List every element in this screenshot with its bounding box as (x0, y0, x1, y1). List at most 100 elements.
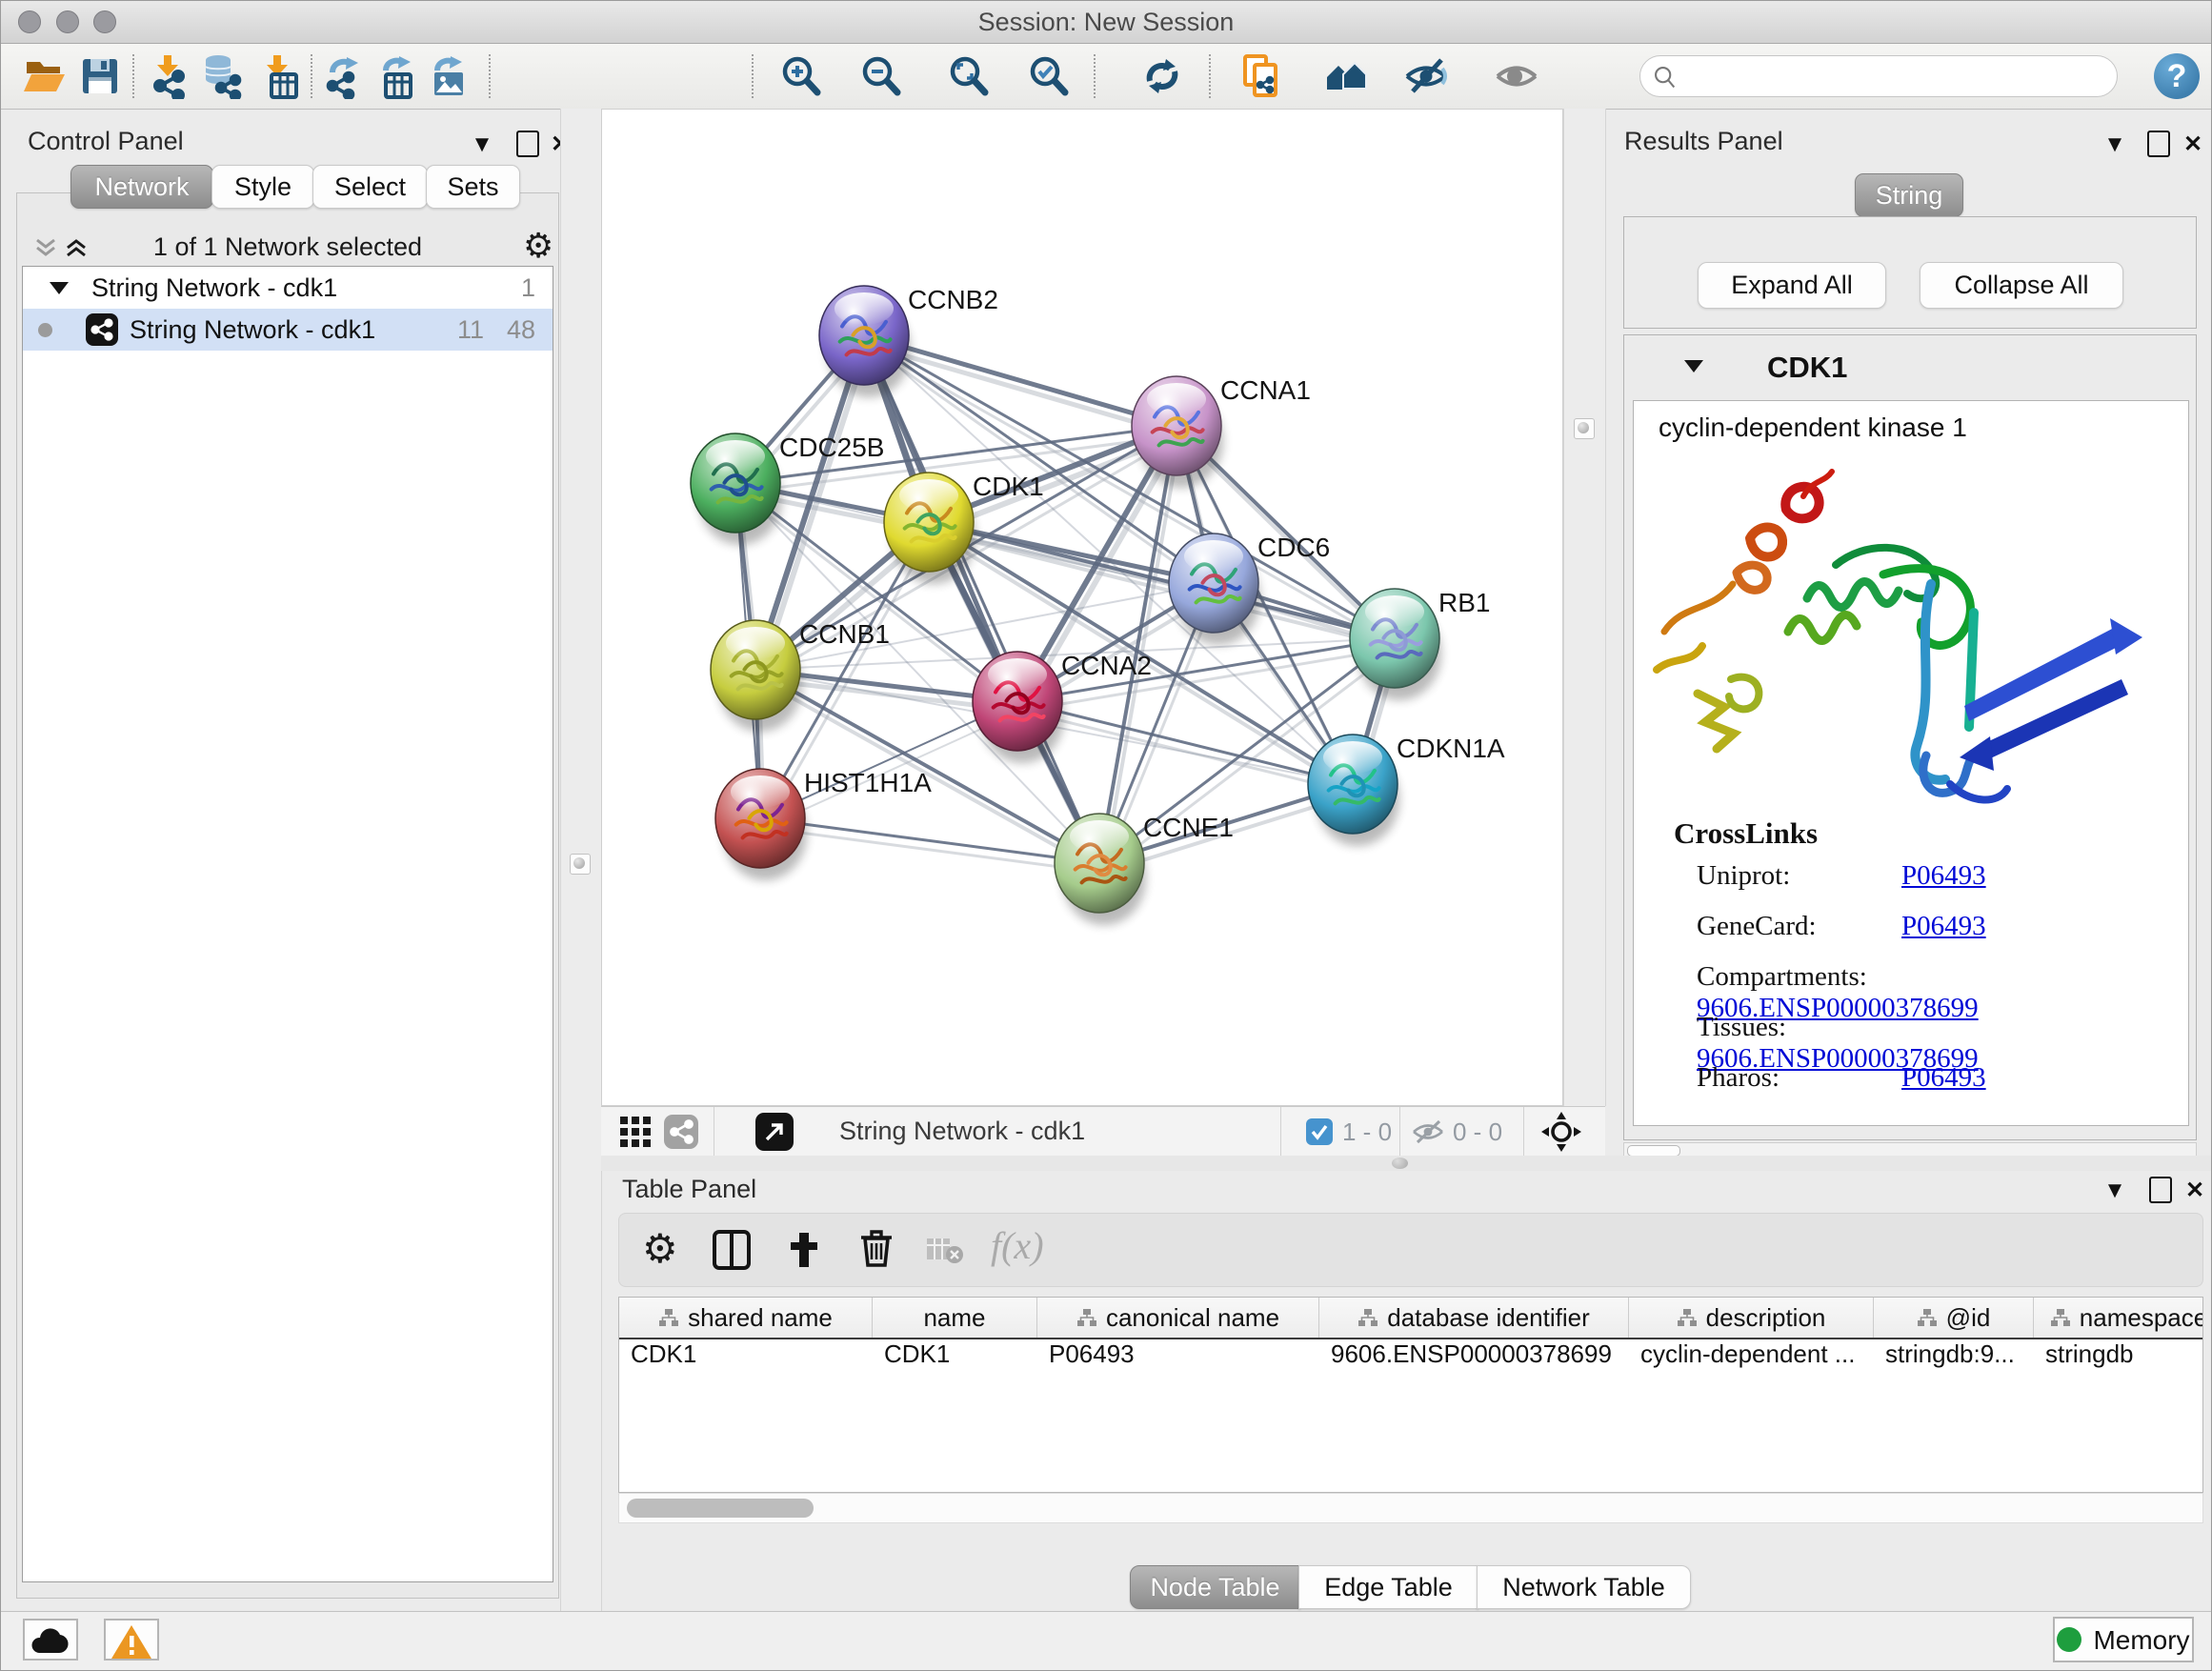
tab-select[interactable]: Select (312, 165, 428, 209)
window-title: Session: New Session (1, 1, 2211, 43)
crosslink-link[interactable]: P06493 (1901, 1062, 1986, 1093)
hidden-eye-icon[interactable] (1411, 1118, 1445, 1145)
hide-selected-button[interactable] (1403, 53, 1449, 99)
table-panel-float-icon[interactable] (2146, 1177, 2175, 1205)
save-session-button[interactable] (77, 53, 123, 99)
table-cell[interactable]: P06493 (1037, 1339, 1319, 1379)
selected-checkbox-icon[interactable] (1306, 1118, 1333, 1145)
table-panel-menu-icon[interactable]: ▼ (2101, 1177, 2129, 1205)
crosslink-link[interactable]: P06493 (1901, 911, 1986, 941)
export-image-button[interactable] (426, 53, 472, 99)
crosslink-link[interactable]: P06493 (1901, 860, 1986, 891)
table-splitter-handle[interactable] (1392, 1158, 1408, 1169)
table-hscrollbar[interactable] (618, 1493, 2203, 1523)
tab-sets[interactable]: Sets (426, 165, 520, 209)
right-splitter-handle[interactable] (1574, 418, 1595, 439)
export-network-button[interactable] (321, 53, 367, 99)
clone-network-button[interactable] (1239, 53, 1285, 99)
column-header-description[interactable]: description (1629, 1298, 1874, 1338)
network-edge-CCNB2-CCNA1[interactable] (864, 335, 1176, 426)
network-node-CDC25B[interactable]: CDC25B (691, 433, 884, 545)
table-cell[interactable]: cyclin-dependent ... (1629, 1339, 1874, 1379)
gene-detail-card: cyclin-dependent kinase 1 (1633, 400, 2189, 1126)
tab-string[interactable]: String (1855, 173, 1963, 217)
detach-view-icon[interactable] (755, 1113, 794, 1151)
table-hscrollbar-thumb[interactable] (627, 1499, 814, 1518)
tab-edge-table[interactable]: Edge Table (1298, 1565, 1478, 1609)
import-network-file-button[interactable] (147, 53, 192, 99)
tab-style[interactable]: Style (211, 165, 314, 209)
delete-table-icon[interactable] (926, 1237, 964, 1265)
right-splitter[interactable] (1563, 109, 1606, 1106)
network-node-CCNB2[interactable]: CCNB2 (819, 285, 998, 397)
network-canvas[interactable]: CCNB2CCNA1CDC25BCDK1CDC6RB1CCNB1CCNA2CDK… (601, 109, 1563, 1106)
current-network-name: String Network - cdk1 (839, 1117, 1085, 1146)
zoom-selected-button[interactable] (1026, 53, 1072, 99)
network-node-CDKN1A[interactable]: CDKN1A (1308, 734, 1505, 846)
network-node-count: 11 (457, 315, 484, 345)
control-panel-menu-icon[interactable]: ▼ (468, 131, 496, 159)
tab-network[interactable]: Network (70, 165, 213, 209)
zoom-fit-button[interactable] (946, 53, 992, 99)
show-columns-icon[interactable] (711, 1229, 753, 1271)
column-header-database-identifier[interactable]: database identifier (1319, 1298, 1629, 1338)
results-panel-float-icon[interactable] (2144, 131, 2173, 159)
column-header-name[interactable]: name (873, 1298, 1037, 1338)
column-header-@id[interactable]: @id (1874, 1298, 2034, 1338)
results-panel-close-icon[interactable]: ✕ (2179, 131, 2207, 159)
network-node-RB1[interactable]: RB1 (1350, 588, 1490, 700)
network-share-view-icon[interactable] (664, 1115, 698, 1149)
import-network-database-button[interactable] (200, 53, 246, 99)
network-collection-row[interactable]: String Network - cdk1 1 (23, 267, 553, 309)
table-toolbar: ⚙ f(x) (618, 1213, 2203, 1287)
function-builder-icon[interactable]: f(x) (991, 1223, 1044, 1268)
results-actions-box: Expand All Collapse All (1623, 216, 2197, 329)
cloud-status-button[interactable] (23, 1619, 78, 1661)
collapse-all-button[interactable]: Collapse All (1920, 262, 2123, 309)
table-row[interactable]: CDK1CDK1P064939606.ENSP00000378699cyclin… (619, 1339, 2202, 1379)
network-node-CCNB1[interactable]: CCNB1 (711, 619, 890, 732)
zoom-out-button[interactable] (858, 53, 904, 99)
tab-node-table[interactable]: Node Table (1130, 1565, 1300, 1609)
collection-expander-icon[interactable] (50, 282, 69, 294)
column-header-namespace[interactable]: namespace (2034, 1298, 2203, 1338)
warnings-button[interactable] (104, 1619, 159, 1661)
toolbar-separator (489, 54, 491, 98)
search-input[interactable] (1686, 59, 2109, 93)
first-neighbors-button[interactable] (1323, 53, 1369, 99)
refresh-layout-button[interactable] (1139, 53, 1185, 99)
show-all-button[interactable] (1494, 53, 1539, 99)
add-column-icon[interactable] (783, 1229, 825, 1271)
toolbar-separator (1094, 54, 1096, 98)
export-table-button[interactable] (374, 53, 420, 99)
table-cell[interactable]: stringdb (2034, 1339, 2203, 1379)
table-settings-gear-icon[interactable]: ⚙ (642, 1225, 678, 1272)
control-panel-float-icon[interactable] (513, 131, 542, 159)
column-header-canonical-name[interactable]: canonical name (1037, 1298, 1319, 1338)
table-cell[interactable]: 9606.ENSP00000378699 (1319, 1339, 1629, 1379)
network-node-HIST1H1A[interactable]: HIST1H1A (715, 768, 932, 880)
network-selection-summary: 1 of 1 Network selected (16, 232, 559, 262)
table-panel-close-icon[interactable]: ✕ (2181, 1177, 2209, 1205)
help-button[interactable]: ? (2154, 53, 2200, 99)
tab-network-table[interactable]: Network Table (1477, 1565, 1691, 1609)
table-cell[interactable]: CDK1 (619, 1339, 873, 1379)
network-options-gear-icon[interactable]: ⚙ (523, 226, 553, 266)
import-table-button[interactable] (256, 53, 302, 99)
zoom-in-button[interactable] (778, 53, 824, 99)
grid-view-icon[interactable] (618, 1115, 653, 1149)
expand-all-button[interactable]: Expand All (1698, 262, 1886, 309)
results-panel-menu-icon[interactable]: ▼ (2101, 131, 2129, 159)
memory-button[interactable]: Memory (2053, 1617, 2194, 1662)
column-header-shared-name[interactable]: shared name (619, 1298, 873, 1338)
open-session-button[interactable] (22, 53, 68, 99)
birds-eye-view-icon[interactable] (1540, 1111, 1582, 1153)
table-cell[interactable]: CDK1 (873, 1339, 1037, 1379)
delete-column-trash-icon[interactable] (855, 1227, 897, 1269)
gene-section-expander-icon[interactable] (1684, 360, 1703, 372)
network-node-CCNE1[interactable]: CCNE1 (1055, 813, 1234, 925)
table-panel-title: Table Panel (622, 1175, 756, 1204)
network-row-selected[interactable]: String Network - cdk1 11 48 (23, 309, 553, 351)
left-splitter-handle[interactable] (570, 854, 591, 875)
table-cell[interactable]: stringdb:9... (1874, 1339, 2034, 1379)
